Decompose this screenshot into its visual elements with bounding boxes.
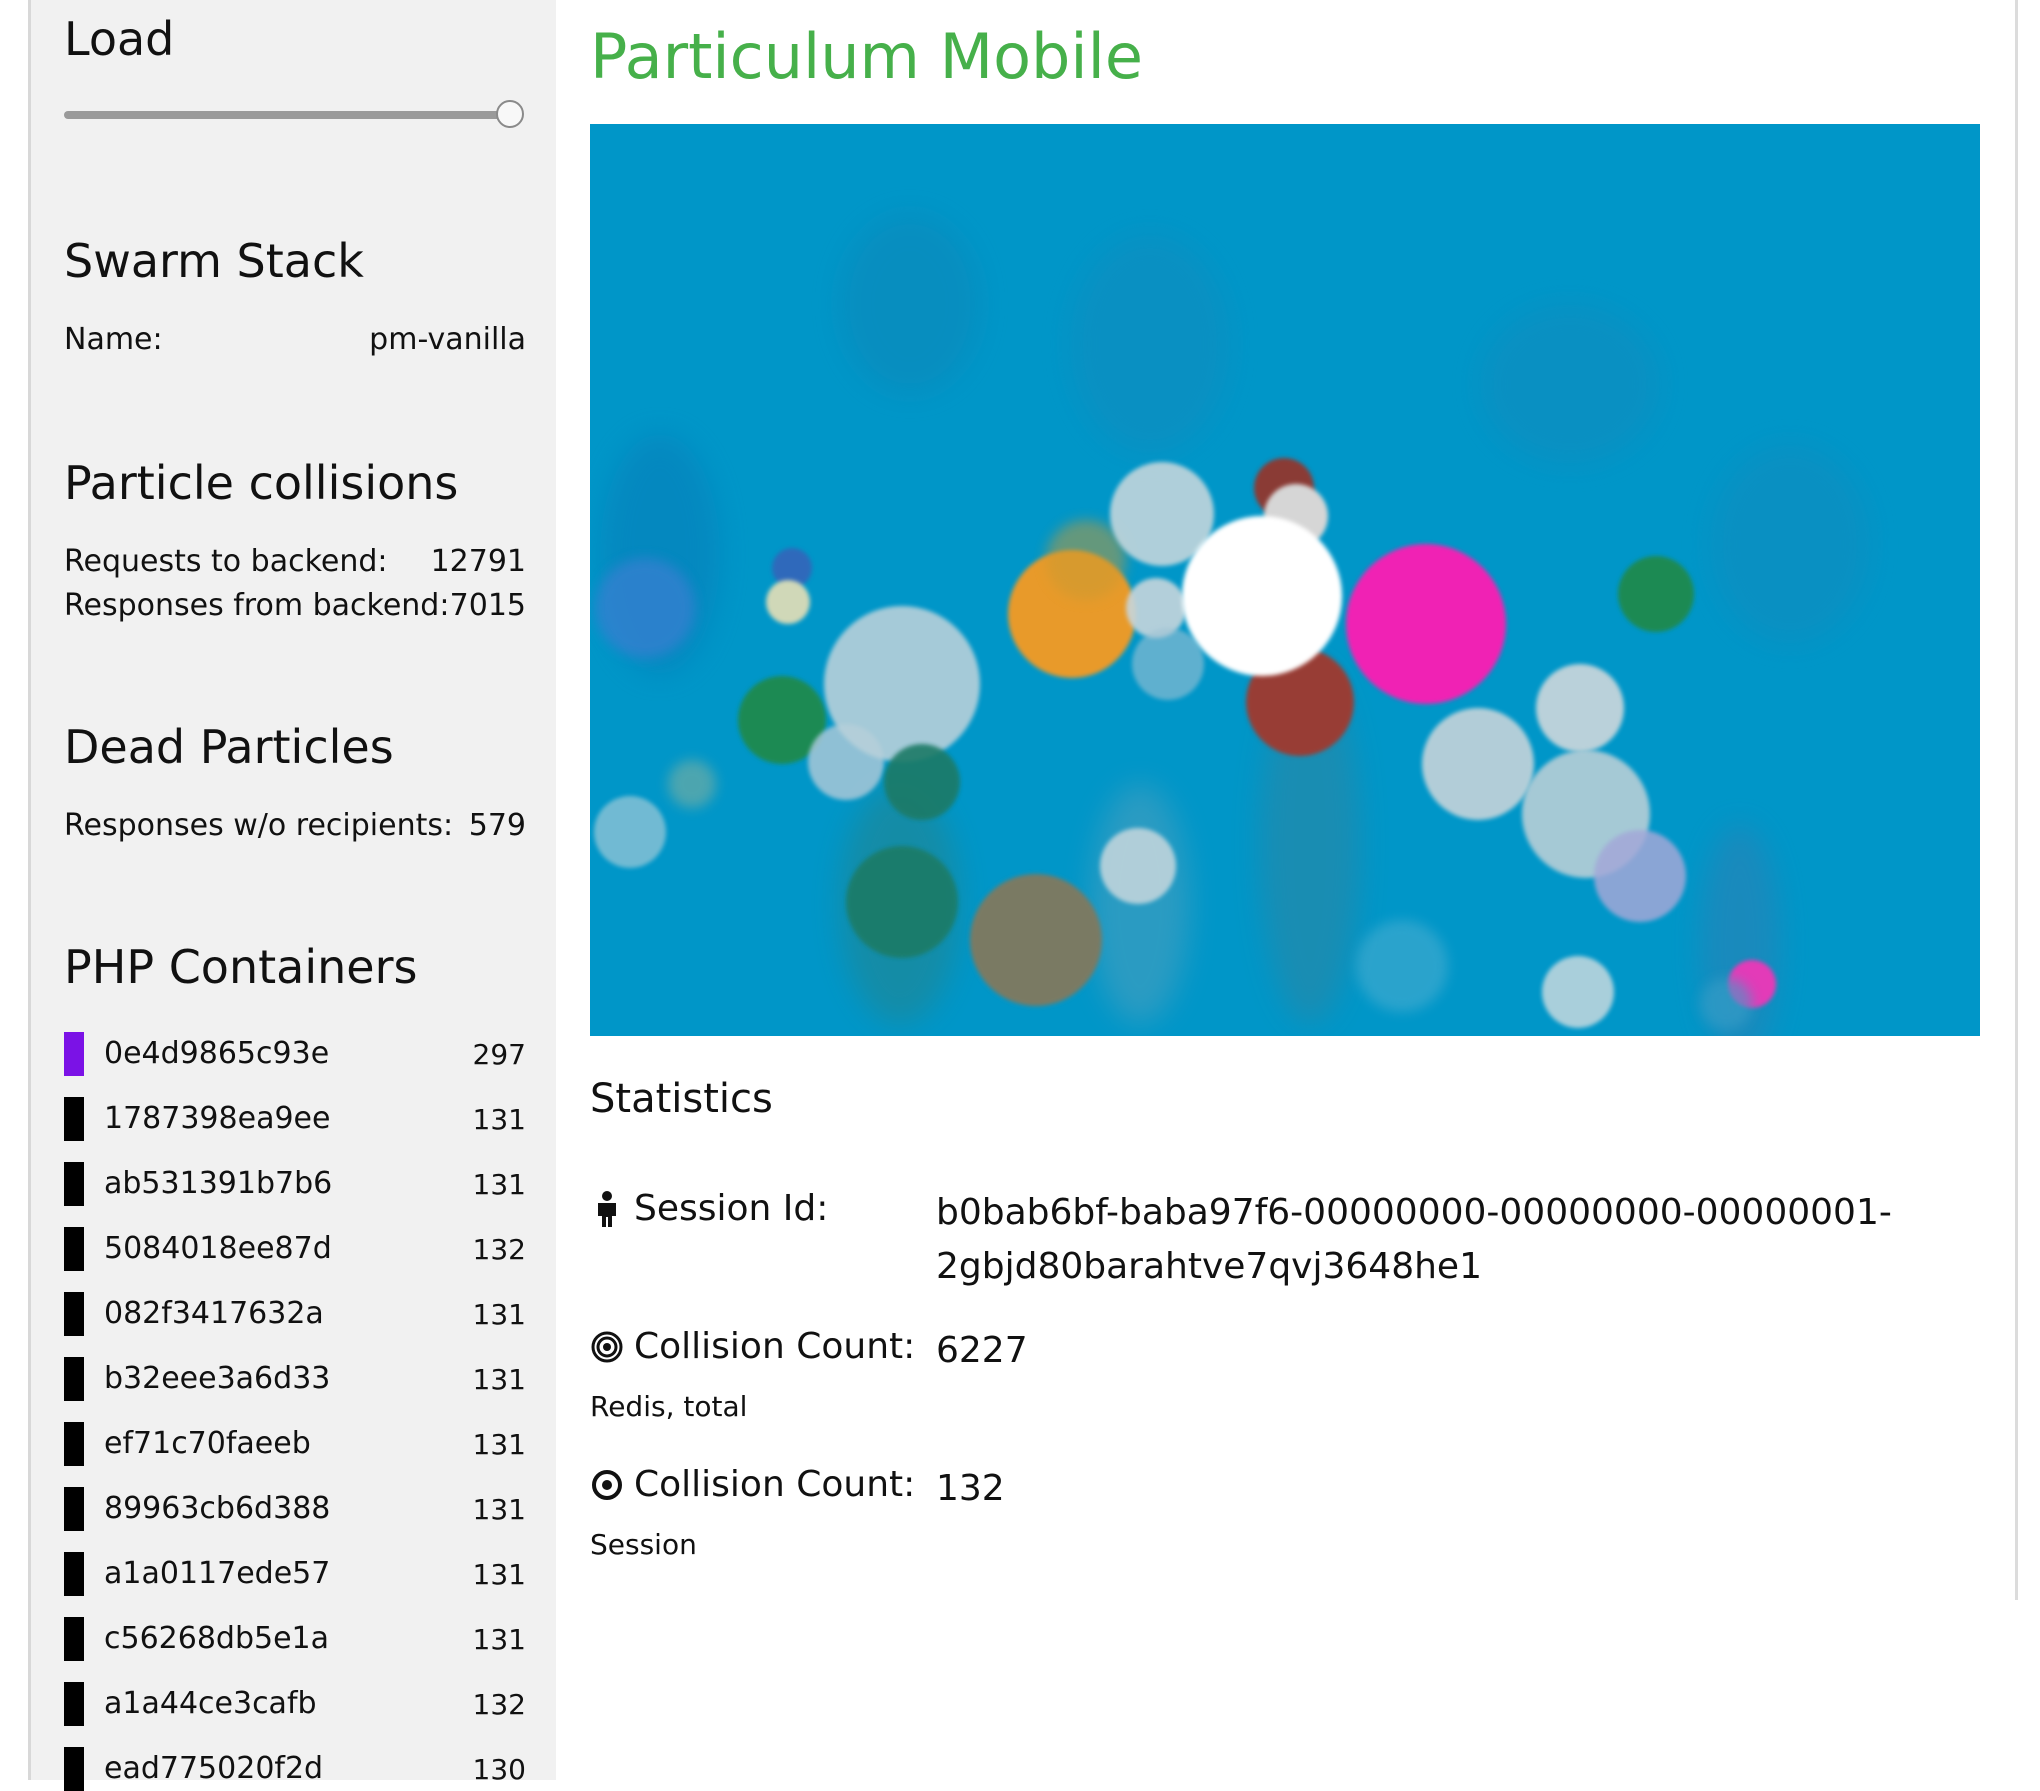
statistics-title: Statistics bbox=[590, 1076, 773, 1122]
php-container-row: a1a44ce3cafb 132 bbox=[64, 1682, 526, 1726]
requests-label: Requests to backend: bbox=[64, 544, 388, 579]
php-container-row: a1a0117ede57 131 bbox=[64, 1552, 526, 1596]
php-container-row: ef71c70faeeb 131 bbox=[64, 1422, 526, 1466]
container-id: ef71c70faeeb bbox=[104, 1426, 311, 1461]
container-id: 1787398ea9ee bbox=[104, 1101, 331, 1136]
container-color-swatch bbox=[64, 1097, 84, 1141]
php-container-row: 5084018ee87d 132 bbox=[64, 1227, 526, 1271]
container-color-swatch bbox=[64, 1422, 84, 1466]
container-color-swatch bbox=[64, 1292, 84, 1336]
collision-session-label-row: Collision Count: bbox=[590, 1464, 915, 1505]
particle-canvas-svg[interactable] bbox=[590, 124, 1980, 1036]
target-dot-icon bbox=[590, 1468, 624, 1502]
container-color-swatch bbox=[64, 1617, 84, 1661]
particle-collisions-title: Particle collisions bbox=[64, 456, 459, 510]
php-container-row: c56268db5e1a 131 bbox=[64, 1617, 526, 1661]
container-color-swatch bbox=[64, 1227, 84, 1271]
container-count: 132 bbox=[472, 1688, 526, 1721]
php-container-row: 0e4d9865c93e 297 bbox=[64, 1032, 526, 1076]
php-container-row: 1787398ea9ee 131 bbox=[64, 1097, 526, 1141]
container-color-swatch bbox=[64, 1487, 84, 1531]
dead-particles-value: 579 bbox=[468, 808, 526, 843]
load-slider-thumb[interactable] bbox=[496, 100, 524, 128]
php-container-row: ead775020f2d 130 bbox=[64, 1747, 526, 1791]
collision-total-label-row: Collision Count: bbox=[590, 1326, 915, 1367]
app-title: Particulum Mobile bbox=[590, 20, 1144, 93]
responses-row: Responses from backend: 7015 bbox=[64, 588, 526, 623]
content-right-border bbox=[2015, 0, 2018, 1600]
collision-session-sublabel: Session bbox=[590, 1528, 697, 1561]
container-id: c56268db5e1a bbox=[104, 1621, 330, 1656]
container-id: ead775020f2d bbox=[104, 1751, 324, 1786]
container-count: 131 bbox=[472, 1558, 526, 1591]
container-id: b32eee3a6d33 bbox=[104, 1361, 331, 1396]
session-id-value: b0bab6bf-baba97f6-00000000-00000000-0000… bbox=[936, 1192, 1892, 1287]
container-count: 131 bbox=[472, 1103, 526, 1136]
swarm-name-label: Name: bbox=[64, 322, 163, 357]
responses-label: Responses from backend: bbox=[64, 588, 450, 623]
load-slider-track[interactable] bbox=[64, 111, 510, 119]
requests-value: 12791 bbox=[430, 544, 526, 579]
container-id: 5084018ee87d bbox=[104, 1231, 332, 1266]
container-count: 131 bbox=[472, 1168, 526, 1201]
container-color-swatch bbox=[64, 1357, 84, 1401]
swarm-name-row: Name: pm-vanilla bbox=[64, 322, 526, 357]
collision-session-value: 132 bbox=[936, 1468, 1005, 1509]
dead-particles-row: Responses w/o recipients: 579 bbox=[64, 808, 526, 843]
particle-canvas[interactable] bbox=[590, 124, 1980, 1036]
php-container-row: ab531391b7b6 131 bbox=[64, 1162, 526, 1206]
php-container-row: b32eee3a6d33 131 bbox=[64, 1357, 526, 1401]
requests-row: Requests to backend: 12791 bbox=[64, 544, 526, 579]
container-id: 082f3417632a bbox=[104, 1296, 324, 1331]
dead-particles-label: Responses w/o recipients: bbox=[64, 808, 454, 843]
sidebar: Load Swarm Stack Name: pm-vanilla Partic… bbox=[28, 0, 556, 1791]
container-id: a1a44ce3cafb bbox=[104, 1686, 317, 1721]
container-id: 89963cb6d388 bbox=[104, 1491, 331, 1526]
container-id: ab531391b7b6 bbox=[104, 1166, 333, 1201]
collision-total-value: 6227 bbox=[936, 1330, 1028, 1371]
session-id-label-row: Session Id: bbox=[590, 1188, 828, 1229]
dead-particles-title: Dead Particles bbox=[64, 720, 394, 774]
container-color-swatch bbox=[64, 1552, 84, 1596]
container-id: a1a0117ede57 bbox=[104, 1556, 331, 1591]
session-id-label: Session Id: bbox=[634, 1188, 829, 1229]
container-count: 130 bbox=[472, 1753, 526, 1786]
load-title: Load bbox=[64, 12, 175, 66]
target-rings-icon bbox=[590, 1330, 624, 1364]
swarm-stack-title: Swarm Stack bbox=[64, 234, 364, 288]
container-count: 131 bbox=[472, 1298, 526, 1331]
load-slider[interactable] bbox=[64, 100, 526, 130]
container-count: 132 bbox=[472, 1233, 526, 1266]
container-count: 297 bbox=[472, 1038, 526, 1071]
php-container-row: 89963cb6d388 131 bbox=[64, 1487, 526, 1531]
collision-session-label: Collision Count: bbox=[634, 1464, 916, 1505]
php-containers-title: PHP Containers bbox=[64, 940, 418, 994]
container-count: 131 bbox=[472, 1493, 526, 1526]
container-color-swatch bbox=[64, 1747, 84, 1791]
container-color-swatch bbox=[64, 1162, 84, 1206]
container-id: 0e4d9865c93e bbox=[104, 1036, 330, 1071]
php-container-row: 082f3417632a 131 bbox=[64, 1292, 526, 1336]
container-count: 131 bbox=[472, 1623, 526, 1656]
container-count: 131 bbox=[472, 1363, 526, 1396]
container-count: 131 bbox=[472, 1428, 526, 1461]
container-color-swatch bbox=[64, 1682, 84, 1726]
collision-total-sublabel: Redis, total bbox=[590, 1390, 748, 1423]
person-icon bbox=[590, 1190, 624, 1227]
responses-value: 7015 bbox=[449, 588, 526, 623]
container-color-swatch bbox=[64, 1032, 84, 1076]
collision-total-label: Collision Count: bbox=[634, 1326, 916, 1367]
swarm-name-value: pm-vanilla bbox=[369, 322, 526, 357]
